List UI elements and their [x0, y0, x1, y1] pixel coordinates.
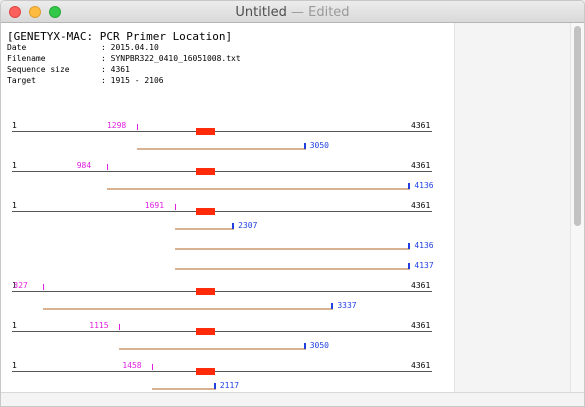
reverse-primer-tick: [303, 143, 306, 149]
sequence-end-label: 4361: [411, 281, 431, 290]
sequence-start-label: 1: [12, 201, 17, 210]
reverse-primer-tick: [408, 243, 411, 249]
sequence-line: [12, 171, 432, 172]
sequence-line: [12, 331, 432, 332]
metadata-value: : SYNPBR322_0410_16051008.txt: [101, 54, 241, 63]
window-title: Untitled — Edited: [1, 5, 584, 20]
target-region-marker: [196, 128, 215, 135]
sequence-start-label: 1: [12, 361, 17, 370]
forward-primer-label: 1691: [144, 201, 165, 210]
metadata-row: Sequence size : 4361: [7, 65, 130, 74]
metadata-row: Target : 1915 - 2106: [7, 76, 164, 85]
forward-primer-tick: [106, 164, 108, 170]
forward-primer-tick: [174, 204, 176, 210]
target-region-marker: [196, 288, 215, 295]
sequence-start-label: 1: [12, 321, 17, 330]
forward-primer-label: 1115: [89, 321, 109, 330]
app-window: Untitled — Edited [GENETYX-MAC: PCR Prim…: [0, 0, 585, 407]
metadata-value: : 2015.04.10: [101, 43, 159, 52]
pcr-product-line: [152, 388, 216, 390]
side-pane: [454, 23, 570, 392]
vertical-scroll-thumb[interactable]: [574, 26, 581, 226]
pcr-product-line: [174, 268, 411, 270]
sequence-start-label: 1: [12, 161, 17, 170]
target-region-marker: [196, 208, 215, 215]
reverse-primer-label: 3050: [309, 341, 329, 350]
sequence-end-label: 4361: [411, 321, 431, 330]
pcr-product-line: [174, 228, 235, 230]
reverse-primer-tick: [408, 183, 411, 189]
target-region-marker: [196, 168, 215, 175]
reverse-primer-tick: [408, 263, 411, 269]
sequence-end-label: 4361: [411, 361, 431, 370]
reverse-primer-label: 2307: [238, 221, 258, 230]
reverse-primer-label: 4136: [414, 241, 434, 250]
sequence-line: [12, 371, 432, 372]
metadata-key: Filename: [7, 54, 46, 63]
window-title-name: Untitled: [235, 5, 287, 20]
reverse-primer-label: 4137: [414, 261, 434, 270]
metadata-row: Filename : SYNPBR322_0410_16051008.txt: [7, 54, 241, 63]
sequence-line: [12, 131, 432, 132]
reverse-primer-tick: [331, 303, 334, 309]
forward-primer-tick: [119, 324, 121, 330]
sequence-end-label: 4361: [411, 161, 431, 170]
reverse-primer-tick: [303, 343, 306, 349]
reverse-primer-label: 2117: [219, 381, 240, 390]
target-region-marker: [196, 328, 215, 335]
metadata-value: : 1915 - 2106: [101, 76, 164, 85]
metadata-row: Date : 2015.04.10: [7, 43, 159, 52]
metadata-key: Date: [7, 43, 27, 52]
pcr-product-line: [174, 248, 411, 250]
forward-primer-tick: [136, 124, 138, 130]
reverse-primer-label: 3337: [337, 301, 357, 310]
sequence-end-label: 4361: [411, 201, 431, 210]
forward-primer-tick: [152, 364, 154, 370]
forward-primer-label: 984: [76, 161, 92, 170]
horizontal-scrollbar[interactable]: [1, 392, 584, 406]
title-bar[interactable]: Untitled — Edited: [1, 1, 584, 23]
forward-primer-tick: [43, 284, 45, 290]
pcr-product-line: [106, 188, 411, 190]
metadata-key: Target: [7, 76, 36, 85]
forward-primer-label: 327: [13, 281, 28, 290]
reverse-primer-tick: [213, 383, 216, 389]
vertical-scrollbar[interactable]: [570, 23, 584, 392]
document-area[interactable]: [GENETYX-MAC: PCR Primer Location] Date:…: [2, 23, 454, 392]
edited-indicator: — Edited: [291, 5, 350, 20]
forward-primer-label: 1298: [106, 121, 127, 130]
pcr-product-line: [119, 348, 306, 350]
target-region-marker: [196, 368, 215, 375]
metadata-key: Sequence size: [7, 65, 70, 74]
document-header: [GENETYX-MAC: PCR Primer Location]: [7, 30, 233, 43]
sequence-end-label: 4361: [411, 121, 431, 130]
pcr-product-line: [136, 148, 306, 150]
sequence-line: [12, 211, 432, 212]
sequence-line: [12, 291, 432, 292]
reverse-primer-tick: [232, 223, 235, 229]
pcr-product-line: [43, 308, 334, 310]
reverse-primer-label: 3050: [309, 141, 329, 150]
metadata-value: : 4361: [101, 65, 130, 74]
forward-primer-label: 1458: [122, 361, 142, 370]
sequence-start-label: 1: [12, 121, 17, 130]
reverse-primer-label: 4136: [414, 181, 434, 190]
